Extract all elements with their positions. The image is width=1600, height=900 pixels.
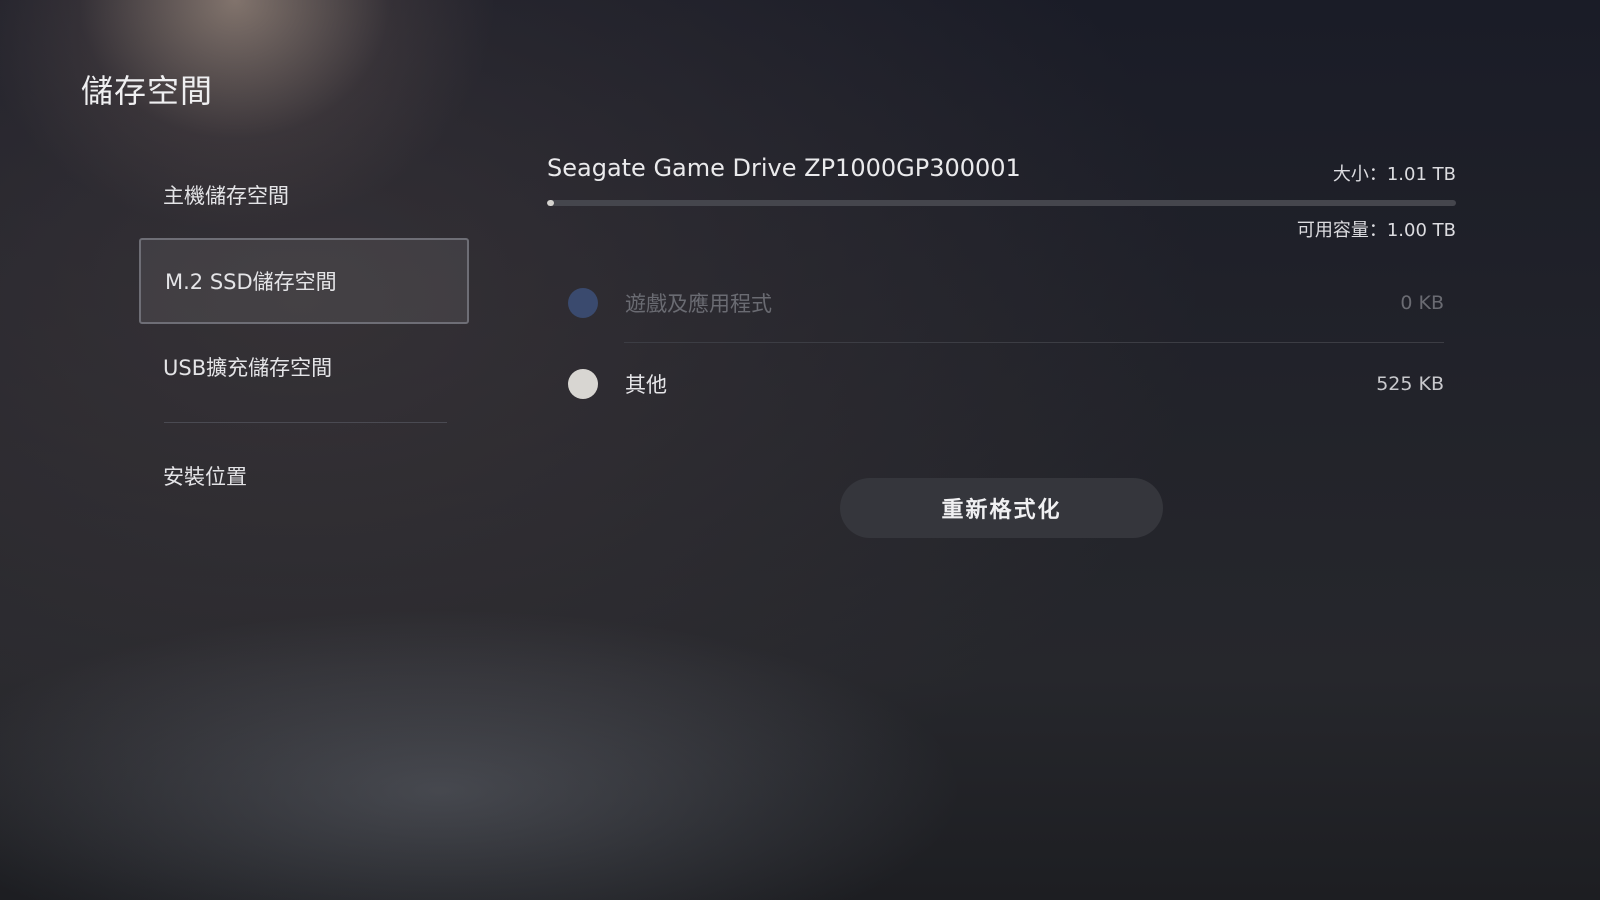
category-label: 其他 xyxy=(625,373,667,397)
category-row-games-apps[interactable]: 遊戲及應用程式 0 KB xyxy=(568,283,1444,323)
sidebar-item-console-storage[interactable]: 主機儲存空間 xyxy=(139,152,469,238)
category-label: 遊戲及應用程式 xyxy=(625,292,772,316)
drive-size: 大小：1.01 TB xyxy=(1332,164,1456,185)
reformat-button[interactable]: 重新格式化 xyxy=(840,478,1163,538)
page-title: 儲存空間 xyxy=(81,72,214,110)
storage-usage-fill xyxy=(547,200,555,206)
sidebar-item-label: USB擴充儲存空間 xyxy=(163,356,333,380)
sidebar-item-label: M.2 SSD儲存空間 xyxy=(165,270,337,294)
category-size: 525 KB xyxy=(1376,373,1444,395)
games-apps-color-dot-icon xyxy=(568,288,598,318)
sidebar-item-label: 安裝位置 xyxy=(163,465,247,489)
drive-name: Seagate Game Drive ZP1000GP300001 xyxy=(547,154,1021,182)
storage-usage-bar xyxy=(547,200,1456,206)
sidebar-item-usb-extended-storage[interactable]: USB擴充儲存空間 xyxy=(139,324,469,410)
sidebar-item-m2-ssd-storage[interactable]: M.2 SSD儲存空間 xyxy=(139,238,469,324)
category-row-other[interactable]: 其他 525 KB xyxy=(568,364,1444,404)
drive-free-space: 可用容量：1.00 TB xyxy=(1296,220,1456,241)
category-divider xyxy=(624,342,1444,343)
category-size: 0 KB xyxy=(1400,292,1444,314)
sidebar-divider xyxy=(164,422,447,423)
sidebar-item-install-location[interactable]: 安裝位置 xyxy=(139,433,469,519)
other-color-dot-icon xyxy=(568,369,598,399)
sidebar-item-label: 主機儲存空間 xyxy=(163,184,289,208)
